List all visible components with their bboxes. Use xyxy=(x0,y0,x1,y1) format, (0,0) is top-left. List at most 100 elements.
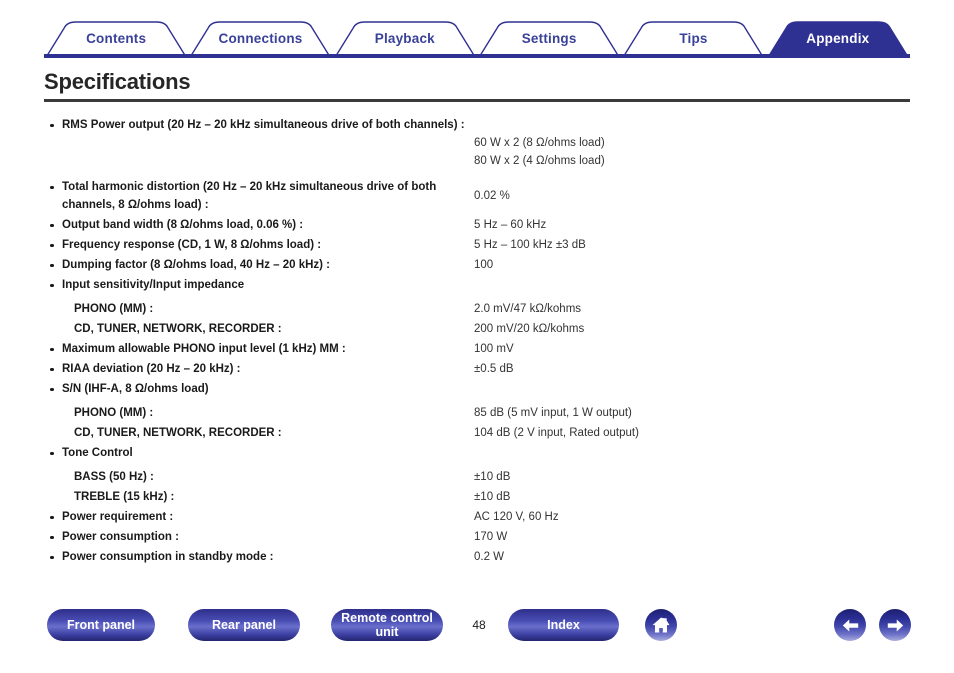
spec-label: CD, TUNER, NETWORK, RECORDER : xyxy=(74,323,282,335)
spec-row: TREBLE (15 kHz) : ±10 dB xyxy=(44,488,914,506)
spec-row: BASS (50 Hz) : ±10 dB xyxy=(44,468,914,486)
spec-row: Frequency response (CD, 1 W, 8 Ω/ohms lo… xyxy=(44,236,914,254)
footer-navigation: Front panel Rear panel Remote control un… xyxy=(0,605,954,673)
previous-page-button[interactable] xyxy=(834,609,866,641)
spec-value: 5 Hz – 60 kHz xyxy=(474,216,914,234)
tab-bar-underline xyxy=(44,54,910,58)
spec-label: Maximum allowable PHONO input level (1 k… xyxy=(44,340,474,358)
tab-label: Settings xyxy=(521,30,577,46)
remote-control-unit-label: Remote control unit xyxy=(341,611,433,639)
spec-label: RIAA deviation (20 Hz – 20 kHz) : xyxy=(44,360,474,378)
spec-label: Dumping factor (8 Ω/ohms load, 40 Hz – 2… xyxy=(44,256,474,274)
tab-label: Playback xyxy=(374,30,435,46)
spec-label: Output band width (8 Ω/ohms load, 0.06 %… xyxy=(44,216,474,234)
tab-label: Appendix xyxy=(806,30,870,46)
spec-label: RMS Power output (20 Hz – 20 kHz simulta… xyxy=(44,116,474,134)
spec-label: BASS (50 Hz) : xyxy=(74,471,154,483)
spec-row: CD, TUNER, NETWORK, RECORDER : 104 dB (2 … xyxy=(44,424,914,442)
tab-label: Contents xyxy=(86,30,147,46)
spec-value: 0.2 W xyxy=(474,548,914,566)
next-page-button[interactable] xyxy=(879,609,911,641)
tab-tips[interactable]: Tips xyxy=(621,20,765,56)
tab-connections[interactable]: Connections xyxy=(188,20,332,56)
index-button[interactable]: Index xyxy=(508,609,619,641)
spec-label: TREBLE (15 kHz) : xyxy=(74,491,175,503)
spec-label: Tone Control xyxy=(44,444,474,462)
specifications-list: RMS Power output (20 Hz – 20 kHz simulta… xyxy=(44,116,914,568)
spec-row: Maximum allowable PHONO input level (1 k… xyxy=(44,340,914,358)
spec-value-line: 85 dB (5 mV input, 1 W output) xyxy=(474,407,632,419)
spec-label: PHONO (MM) : xyxy=(74,303,154,315)
home-icon xyxy=(651,615,671,635)
page-title: Specifications xyxy=(44,69,191,94)
spec-label: S/N (IHF-A, 8 Ω/ohms load) xyxy=(44,380,474,398)
spec-value: AC 120 V, 60 Hz xyxy=(474,508,914,526)
remote-control-unit-button[interactable]: Remote control unit xyxy=(331,609,443,641)
spec-value: 170 W xyxy=(474,528,914,546)
spec-value: ±0.5 dB xyxy=(474,360,914,378)
spec-value-line: ±10 dB xyxy=(474,471,511,483)
spec-row: Tone Control xyxy=(44,444,914,462)
spec-value-line: 80 W x 2 (4 Ω/ohms load) xyxy=(474,155,605,167)
spec-value: 100 mV xyxy=(474,340,914,358)
spec-value-line: 5 Hz – 100 kHz ±3 dB xyxy=(474,239,586,251)
arrow-right-icon xyxy=(885,615,906,636)
spec-value: 60 W x 2 (8 Ω/ohms load) 80 W x 2 (4 Ω/oh… xyxy=(474,116,914,170)
page-header: Specifications xyxy=(44,68,910,102)
spec-row: Total harmonic distortion (20 Hz – 20 kH… xyxy=(44,178,914,214)
tab-playback[interactable]: Playback xyxy=(333,20,477,56)
front-panel-label: Front panel xyxy=(66,618,136,632)
spec-value: ±10 dB xyxy=(474,468,914,486)
front-panel-button[interactable]: Front panel xyxy=(47,609,155,641)
spec-label: Power consumption in standby mode : xyxy=(44,548,474,566)
spec-value: 85 dB (5 mV input, 1 W output) xyxy=(474,404,914,422)
title-divider xyxy=(44,99,910,102)
tab-list: Contents Connections Playback Settings Tips A… xyxy=(44,20,910,56)
spec-value-line: 104 dB (2 V input, Rated output) xyxy=(474,427,639,439)
spec-value-line: ±0.5 dB xyxy=(474,363,514,375)
spec-value-line: 60 W x 2 (8 Ω/ohms load) xyxy=(474,137,605,149)
spec-value-line: 100 mV xyxy=(474,343,514,355)
spec-value-line: ±10 dB xyxy=(474,491,511,503)
spec-value-line: 200 mV/20 kΩ/kohms xyxy=(474,323,585,335)
spec-value-line: 5 Hz – 60 kHz xyxy=(474,219,547,231)
spec-label: Total harmonic distortion (20 Hz – 20 kH… xyxy=(44,178,474,214)
spec-value: 100 xyxy=(474,256,914,274)
spec-value-line: 0.02 % xyxy=(474,190,510,202)
spec-label: Power consumption : xyxy=(44,528,474,546)
tab-settings[interactable]: Settings xyxy=(477,20,621,56)
spec-value: 200 mV/20 kΩ/kohms xyxy=(474,320,914,338)
spec-label: Frequency response (CD, 1 W, 8 Ω/ohms lo… xyxy=(44,236,474,254)
spec-row: PHONO (MM) : 2.0 mV/47 kΩ/kohms xyxy=(44,300,914,318)
tab-appendix[interactable]: Appendix xyxy=(766,20,910,56)
index-label: Index xyxy=(547,618,580,632)
spec-value-line: 0.2 W xyxy=(474,551,505,563)
rear-panel-label: Rear panel xyxy=(212,618,276,632)
spec-value: 0.02 % xyxy=(474,178,914,205)
spec-row: RIAA deviation (20 Hz – 20 kHz) : ±0.5 dB xyxy=(44,360,914,378)
spec-value: 2.0 mV/47 kΩ/kohms xyxy=(474,300,914,318)
spec-value: 104 dB (2 V input, Rated output) xyxy=(474,424,914,442)
spec-label: PHONO (MM) : xyxy=(74,407,154,419)
spec-row: S/N (IHF-A, 8 Ω/ohms load) xyxy=(44,380,914,398)
spec-row: Dumping factor (8 Ω/ohms load, 40 Hz – 2… xyxy=(44,256,914,274)
page-number: 48 xyxy=(472,618,486,632)
spec-row: Input sensitivity/Input impedance xyxy=(44,276,914,294)
spec-value: ±10 dB xyxy=(474,488,914,506)
spec-label: Input sensitivity/Input impedance xyxy=(44,276,474,294)
spec-row: PHONO (MM) : 85 dB (5 mV input, 1 W outpu… xyxy=(44,404,914,422)
arrow-left-icon xyxy=(840,615,861,636)
spec-label: Power requirement : xyxy=(44,508,474,526)
spec-label: CD, TUNER, NETWORK, RECORDER : xyxy=(74,427,282,439)
home-button[interactable] xyxy=(645,609,677,641)
tab-label: Tips xyxy=(679,30,708,46)
tab-label: Connections xyxy=(218,30,303,46)
spec-value-line: 100 xyxy=(474,259,494,271)
tab-bar: Contents Connections Playback Settings Tips A… xyxy=(0,0,954,60)
spec-value-line: 2.0 mV/47 kΩ/kohms xyxy=(474,303,582,315)
spec-row: CD, TUNER, NETWORK, RECORDER : 200 mV/20 … xyxy=(44,320,914,338)
spec-row: Power requirement : AC 120 V, 60 Hz xyxy=(44,508,914,526)
tab-contents[interactable]: Contents xyxy=(44,20,188,56)
rear-panel-button[interactable]: Rear panel xyxy=(188,609,300,641)
spec-value-line: 170 W xyxy=(474,531,508,543)
